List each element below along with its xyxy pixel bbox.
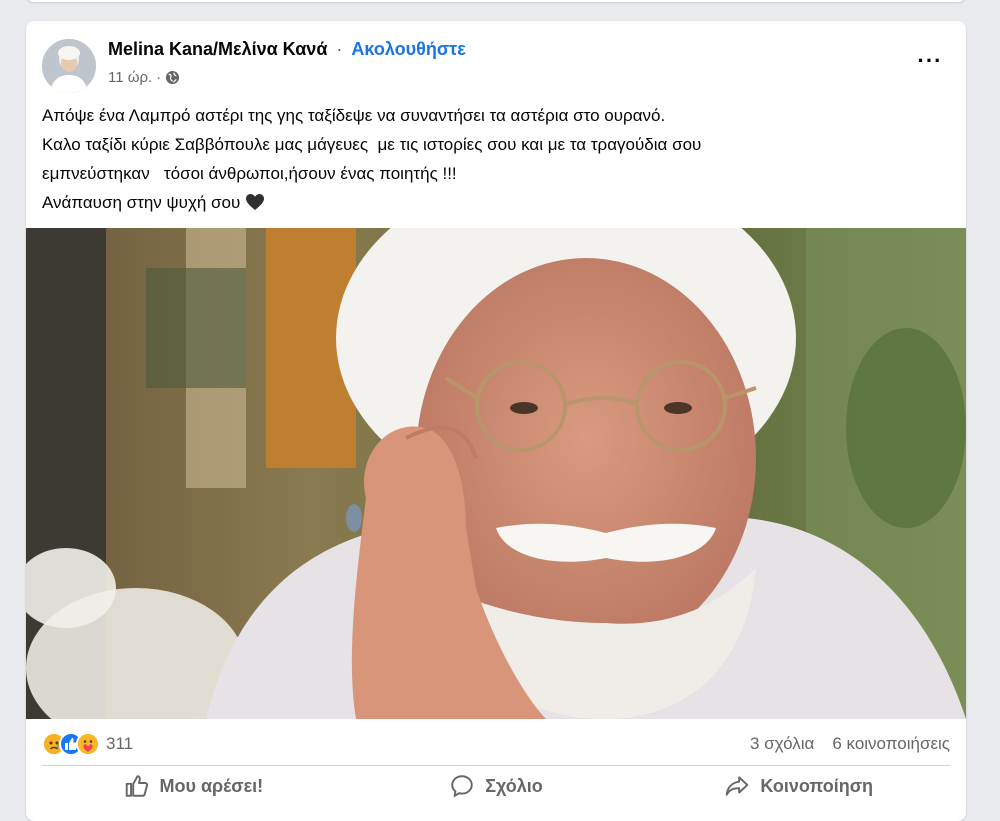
follow-button[interactable]: Ακολουθήστε <box>351 39 465 59</box>
post-meta: 11 ώρ. · <box>108 69 180 86</box>
meta-separator: · <box>156 69 162 86</box>
caption-line: Ανάπαυση στην ψυχή σου <box>42 193 241 212</box>
reactions-bar: 311 3 σχόλια 6 κοινοποιήσεις <box>42 725 950 763</box>
more-options-icon[interactable]: ··· <box>912 47 948 75</box>
caption-line: Απόψε ένα Λαμπρό αστέρι της γης ταξίδεψε… <box>42 106 666 125</box>
post-header: Melina Kana/Μελίνα Κανά · Ακολουθήστε 11… <box>26 21 966 101</box>
portrait-image <box>26 228 966 719</box>
comments-count[interactable]: 3 σχόλια <box>750 734 814 754</box>
share-icon <box>726 776 749 796</box>
comment-label: Σχόλιο <box>485 775 543 796</box>
globe-icon[interactable] <box>165 70 180 85</box>
black-heart-icon <box>246 194 265 210</box>
author-name[interactable]: Melina Kana/Μελίνα Κανά <box>108 39 327 59</box>
post-timestamp[interactable]: 11 ώρ. <box>108 69 152 86</box>
shares-count[interactable]: 6 κοινοποιήσεις <box>832 734 950 754</box>
avatar[interactable] <box>42 39 96 93</box>
engagement-counts: 3 σχόλια 6 κοινοποιήσεις <box>750 734 950 754</box>
post-photo[interactable] <box>26 228 966 719</box>
reaction-icons <box>42 732 100 756</box>
reaction-summary[interactable]: 311 <box>42 732 133 756</box>
comment-icon <box>451 775 473 798</box>
post-caption: Απόψε ένα Λαμπρό αστέρι της γης ταξίδεψε… <box>42 101 942 217</box>
post-author-row: Melina Kana/Μελίνα Κανά · Ακολουθήστε <box>108 39 466 60</box>
share-button[interactable]: Κοινοποίηση <box>647 766 950 806</box>
caption-line: εμπνεύστηκαν τόσοι άνθρωποι,ήσουν ένας π… <box>42 164 457 183</box>
post-card: Melina Kana/Μελίνα Κανά · Ακολουθήστε 11… <box>26 21 966 821</box>
share-label: Κοινοποίηση <box>760 775 874 796</box>
like-button[interactable]: Μου αρέσει! <box>42 766 345 806</box>
reaction-count: 311 <box>106 734 134 753</box>
separator-dot: · <box>336 39 343 59</box>
post-actions: Μου αρέσει! Σχόλιο Κοινοποίηση <box>42 766 950 806</box>
thumbs-up-icon <box>125 775 148 797</box>
caption-line: Καλο ταξίδι κύριε Σαββόπουλε μας μάγευες… <box>42 135 702 154</box>
like-label: Μου αρέσει! <box>159 775 264 796</box>
care-reaction-icon <box>76 732 100 756</box>
previous-post-edge <box>26 0 966 2</box>
avatar-photo <box>42 39 96 93</box>
caption-line-last: Ανάπαυση στην ψυχή σου <box>42 188 942 217</box>
comment-button[interactable]: Σχόλιο <box>345 766 648 806</box>
